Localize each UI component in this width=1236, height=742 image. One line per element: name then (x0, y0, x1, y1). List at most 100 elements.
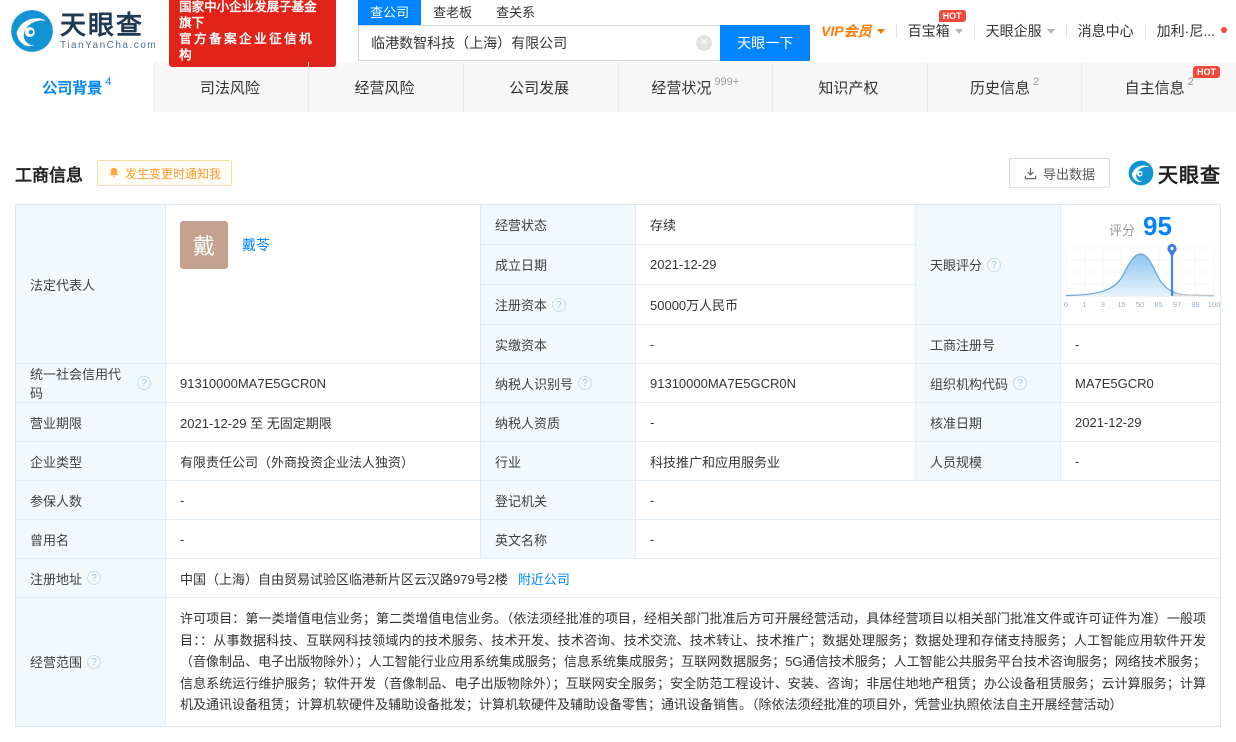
tab-operation-status[interactable]: 经营状况 999+ (619, 62, 774, 112)
tianyancha-logo-icon (1128, 160, 1154, 186)
field-value-english-name: - (636, 520, 1220, 559)
field-label-staff-size: 人员规模 (916, 442, 1061, 481)
legal-rep-name-link[interactable]: 戴苓 (242, 235, 270, 255)
score-distribution-chart: 0 1 3 15 50 85 97 99 100 (1063, 243, 1220, 309)
field-value-credit-code: 91310000MA7E5GCR0N (166, 364, 481, 403)
field-label-business-scope: 经营范围 (16, 598, 166, 726)
field-value-legal-rep: 戴 戴苓 (166, 205, 481, 364)
field-label-legal-rep: 法定代表人 (16, 205, 166, 364)
search-tab-company[interactable]: 查公司 (358, 0, 422, 25)
svg-text:100: 100 (1207, 300, 1220, 309)
help-icon[interactable] (578, 376, 593, 390)
field-value-staff-size: - (1061, 442, 1220, 481)
field-label-est-date: 成立日期 (481, 245, 636, 285)
tab-operation-risk[interactable]: 经营风险 (309, 62, 464, 112)
field-label-org-code: 组织机构代码 (916, 364, 1061, 403)
chevron-down-icon (954, 28, 963, 34)
chevron-down-icon (876, 28, 885, 34)
svg-text:97: 97 (1172, 300, 1180, 309)
business-info-section-header: 工商信息 发生变更时通知我 导出数据 天眼查 (15, 158, 1221, 188)
chevron-down-icon (1046, 28, 1055, 34)
business-info-table: 法定代表人 戴 戴苓 经营状态 存续 天眼评分 评分 95 (15, 204, 1221, 727)
field-label-company-type: 企业类型 (16, 442, 166, 481)
field-value-business-scope: 许可项目：第一类增值电信业务；第二类增值电信业务。（依法须经批准的项目，经相关部… (166, 598, 1220, 726)
search-tab-relation[interactable]: 查关系 (484, 0, 547, 25)
tianyancha-logo[interactable]: 天眼查 TianYanCha.com (10, 9, 157, 53)
notification-dot (1221, 27, 1227, 33)
tab-self-published-info[interactable]: 自主信息 2 HOT (1082, 62, 1236, 112)
top-menu: VIP会员 HOT 百宝箱 天眼企服 消息中心 加利·尼... (810, 10, 1227, 41)
field-label-registered-address: 注册地址 (16, 559, 166, 598)
tab-company-development[interactable]: 公司发展 (464, 62, 619, 112)
field-value-insured-count: - (166, 481, 481, 520)
nearby-companies-link[interactable]: 附近公司 (518, 569, 570, 588)
svg-text:99: 99 (1191, 300, 1199, 309)
help-icon[interactable] (87, 571, 102, 585)
tab-company-background[interactable]: 公司背景 4 (0, 62, 155, 112)
field-label-taxpayer-qualification: 纳税人资质 (481, 403, 636, 442)
company-nav-tabs: 公司背景 4 司法风险 经营风险 公司发展 经营状况 999+ 知识产权 历史信息 2… (0, 62, 1236, 112)
tab-intellectual-property[interactable]: 知识产权 (773, 62, 928, 112)
search-tab-boss[interactable]: 查老板 (421, 0, 484, 25)
help-icon[interactable] (1013, 376, 1028, 390)
svg-text:1: 1 (1082, 300, 1086, 309)
field-value-company-type: 有限责任公司（外商投资企业法人独资） (166, 442, 481, 481)
gov-certification-badge: 国家中小企业发展子基金旗下 官方备案企业征信机构 (169, 0, 337, 67)
help-icon[interactable] (87, 654, 102, 669)
field-value-reg-capital: 50000万人民币 (636, 285, 916, 325)
field-value-taxpayer-qualification: - (636, 403, 916, 442)
notify-on-change-button[interactable]: 发生变更时通知我 (97, 160, 233, 186)
field-label-registration-authority: 登记机关 (481, 481, 636, 520)
field-value-registered-address: 中国（上海）自由贸易试验区临港新片区云汉路979号2楼 附近公司 (166, 559, 1220, 598)
field-value-approval-date: 2021-12-29 (1061, 403, 1220, 442)
search-input[interactable] (358, 25, 721, 61)
field-label-credit-code: 统一社会信用代码 (16, 364, 166, 403)
field-value-reg-no: - (1061, 325, 1220, 364)
toolbox-menu[interactable]: HOT 百宝箱 (897, 10, 974, 41)
field-label-approval-date: 核准日期 (916, 403, 1061, 442)
tianyancha-watermark: 天眼查 (1128, 159, 1221, 188)
message-center-menu[interactable]: 消息中心 (1067, 21, 1145, 41)
field-label-status: 经营状态 (481, 205, 636, 245)
tab-history-info[interactable]: 历史信息 2 (928, 62, 1083, 112)
field-value-status: 存续 (636, 205, 916, 245)
field-label-former-name: 曾用名 (16, 520, 166, 559)
tianyancha-logo-icon (11, 10, 53, 52)
top-header: 天眼查 TianYanCha.com 国家中小企业发展子基金旗下 官方备案企业征… (0, 0, 1236, 67)
svg-text:15: 15 (1117, 300, 1125, 309)
field-value-business-term: 2021-12-29 至 无固定期限 (166, 403, 481, 442)
bell-icon (110, 167, 118, 177)
field-value-est-date: 2021-12-29 (636, 245, 916, 285)
download-icon (1024, 167, 1037, 179)
field-label-taxpayer-id: 纳税人识别号 (481, 364, 636, 403)
help-icon[interactable] (552, 297, 567, 312)
search-area: 查公司 查老板 查关系 ✕ 天眼一下 (358, 0, 811, 61)
enterprise-service-menu[interactable]: 天眼企服 (975, 21, 1066, 41)
brand-name: 天眼查 (60, 9, 145, 40)
field-label-insured-count: 参保人数 (16, 481, 166, 520)
brand-domain: TianYanCha.com (60, 39, 158, 51)
help-icon[interactable] (137, 376, 151, 390)
field-value-taxpayer-id: 91310000MA7E5GCR0N (636, 364, 916, 403)
tianyan-score-panel[interactable]: 评分 95 0 1 3 15 50 85 97 99 100 (1061, 205, 1220, 325)
svg-text:3: 3 (1100, 300, 1104, 309)
user-account-menu[interactable]: 加利·尼... (1146, 21, 1227, 41)
export-data-button[interactable]: 导出数据 (1008, 158, 1110, 188)
hot-badge: HOT (938, 10, 966, 22)
hot-badge: HOT (1193, 66, 1220, 78)
clear-search-icon[interactable]: ✕ (696, 35, 713, 51)
field-value-org-code: MA7E5GCR0 (1061, 364, 1220, 403)
field-label-reg-capital: 注册资本 (481, 285, 636, 325)
search-button[interactable]: 天眼一下 (720, 25, 811, 61)
field-value-paid-capital: - (636, 325, 916, 364)
svg-text:0: 0 (1063, 300, 1067, 309)
field-label-business-term: 营业期限 (16, 403, 166, 442)
help-icon[interactable] (987, 257, 1002, 272)
vip-member-menu[interactable]: VIP会员 (810, 21, 896, 41)
field-label-reg-no: 工商注册号 (916, 325, 1061, 364)
field-value-industry: 科技推广和应用服务业 (636, 442, 916, 481)
legal-rep-avatar[interactable]: 戴 (180, 221, 228, 269)
field-label-tianyan-score: 天眼评分 (916, 205, 1061, 325)
field-label-paid-capital: 实缴资本 (481, 325, 636, 364)
tab-judicial-risk[interactable]: 司法风险 (155, 62, 310, 112)
